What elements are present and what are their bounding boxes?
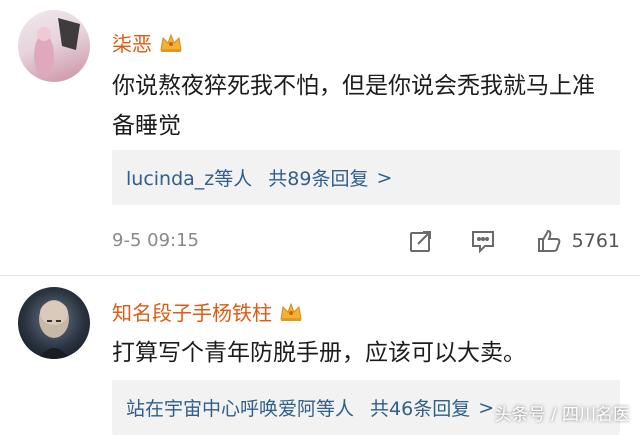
- comment-actions: 9-5 09:15 5761: [112, 228, 620, 258]
- like-count: 5761: [571, 230, 620, 252]
- avatar[interactable]: [18, 10, 90, 82]
- watermark: 头条号 / 四川名医: [494, 405, 630, 425]
- repost-icon[interactable]: [408, 228, 434, 254]
- reply-preview[interactable]: lucinda_z等人 共89条回复 >: [112, 150, 620, 205]
- username[interactable]: 知名段子手杨铁柱: [112, 297, 304, 326]
- comment-icon[interactable]: [470, 228, 496, 254]
- crown-badge-icon: [278, 301, 304, 323]
- crown-badge-icon: [158, 32, 184, 54]
- reply-count: 共46条回复: [370, 398, 471, 420]
- thumbs-up-icon[interactable]: [536, 228, 562, 254]
- divider: [0, 275, 640, 276]
- username[interactable]: 柒恶: [112, 28, 184, 57]
- reply-users: 站在宇宙中心呼唤爱阿等人: [126, 398, 355, 420]
- chevron-right-icon: >: [376, 166, 393, 189]
- username-text[interactable]: 知名段子手杨铁柱: [112, 297, 272, 326]
- reply-users: lucinda_z等人: [126, 168, 253, 190]
- avatar[interactable]: [18, 287, 90, 359]
- comment-text: 你说熬夜猝死我不怕，但是你说会秃我就马上准备睡觉: [112, 73, 595, 139]
- chevron-right-icon: >: [478, 396, 495, 419]
- username-text[interactable]: 柒恶: [112, 28, 152, 57]
- timestamp: 9-5 09:15: [112, 230, 199, 251]
- comment-text: 打算写个青年防脱手册，应该可以大卖。: [112, 340, 526, 366]
- reply-count: 共89条回复: [268, 168, 369, 190]
